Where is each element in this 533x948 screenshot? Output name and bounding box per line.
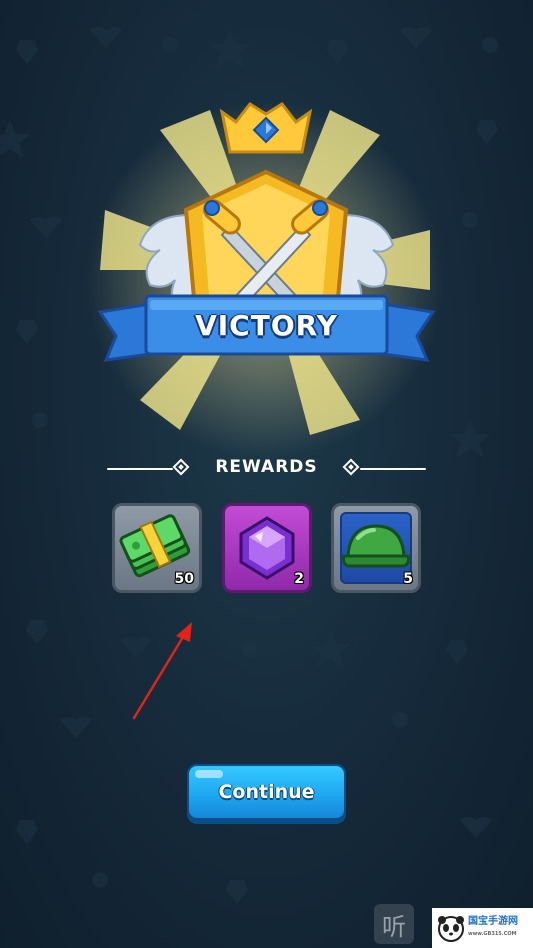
continue-label: Continue: [218, 781, 315, 803]
watermark-text: 国宝手游网 www.GB315.COM: [468, 916, 518, 940]
continue-button[interactable]: Continue: [187, 764, 346, 820]
watermark-subtitle: www.GB315.COM: [468, 931, 517, 937]
watermark-title: 国宝手游网: [468, 916, 518, 927]
watermark-logo: 国宝手游网 www.GB315.COM: [432, 908, 533, 948]
panda-logo-icon: [438, 916, 464, 942]
listen-icon[interactable]: 听: [374, 904, 414, 944]
